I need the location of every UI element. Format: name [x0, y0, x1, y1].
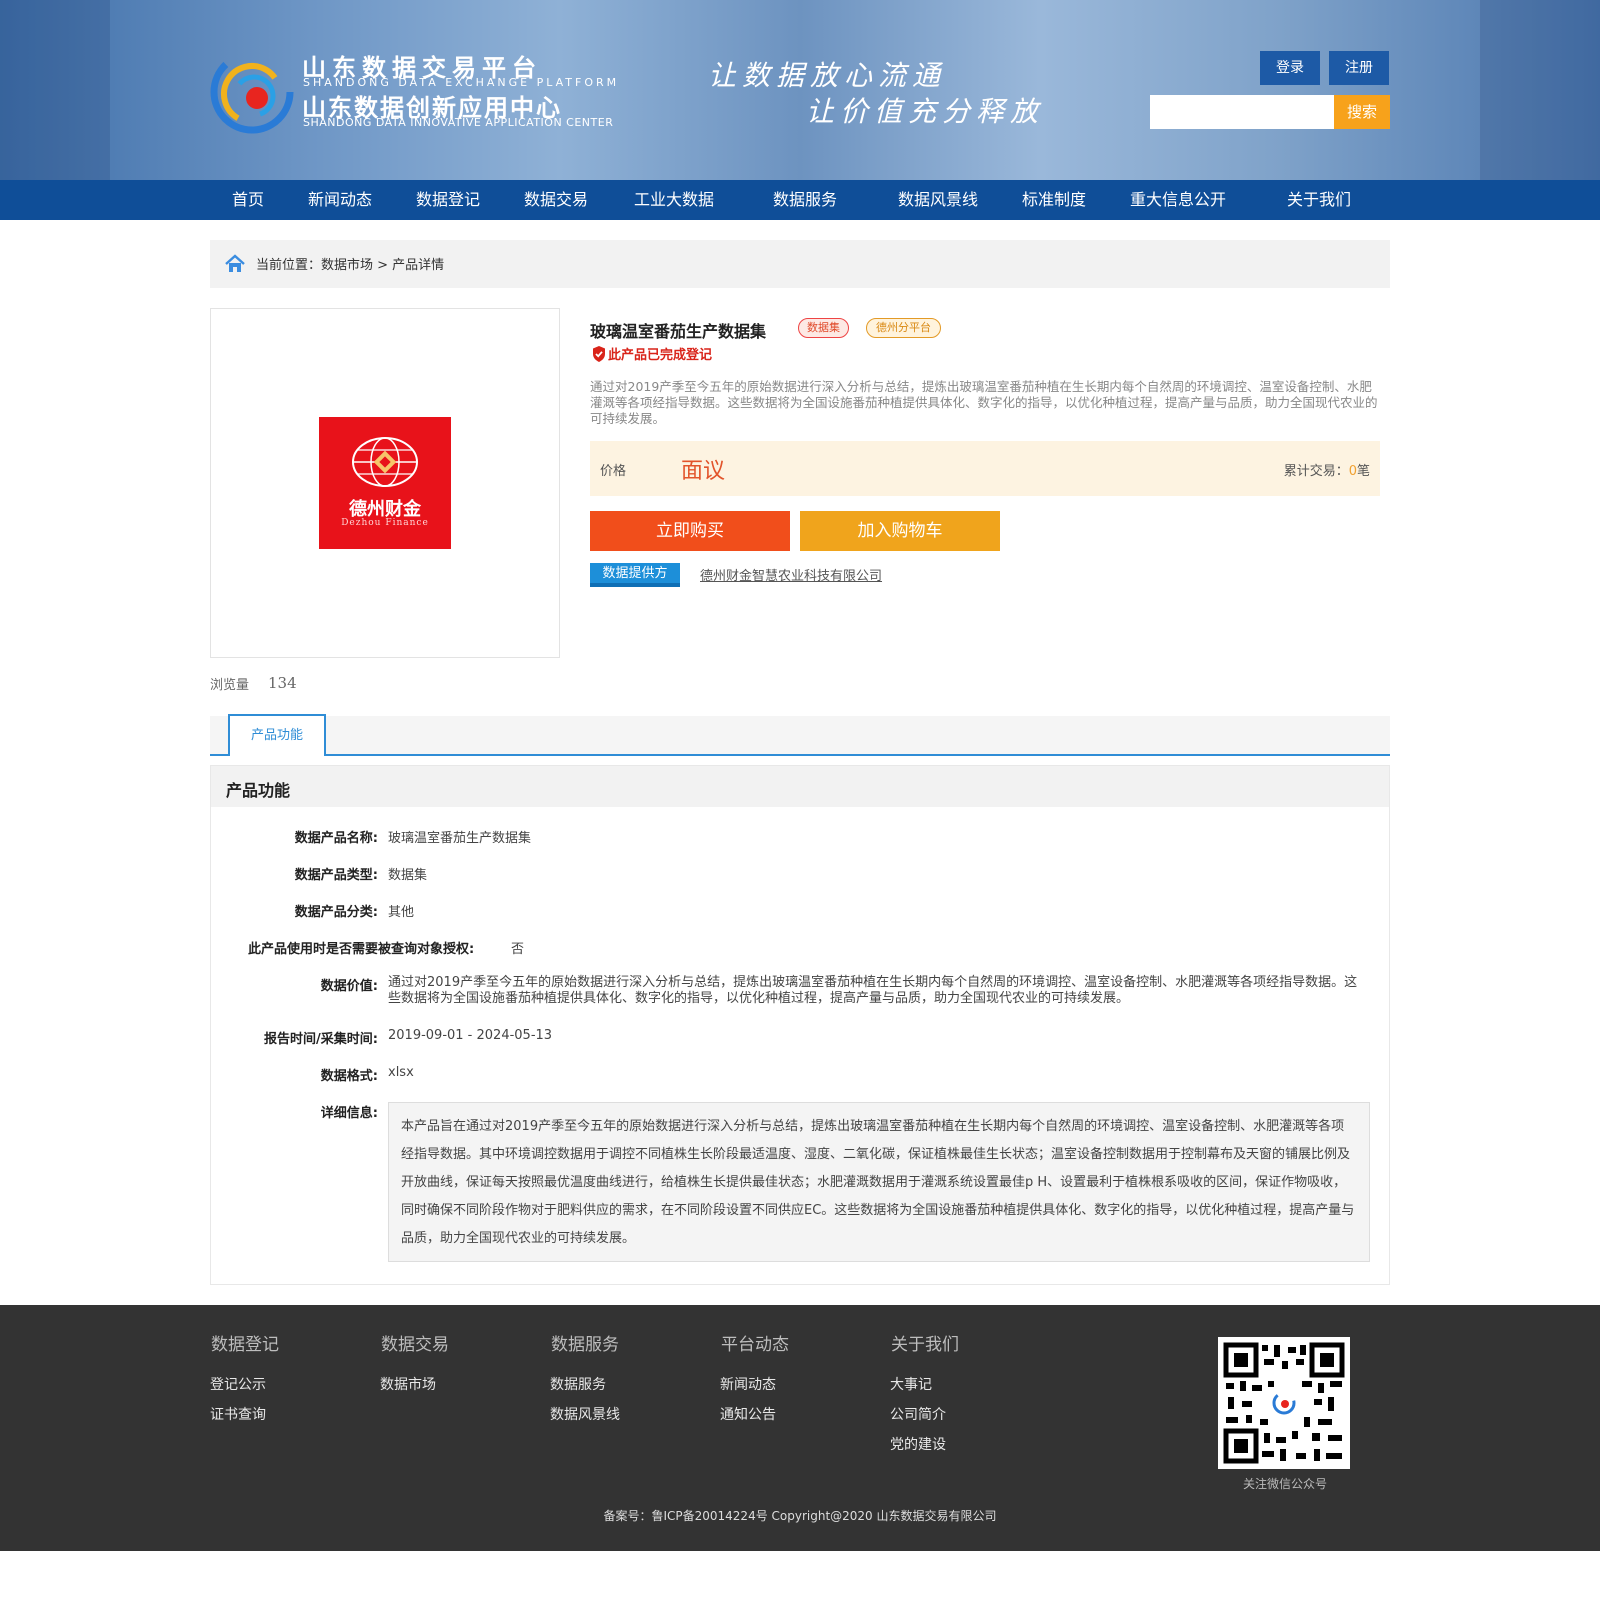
footer-link-notices[interactable]: 通知公告	[720, 1404, 776, 1424]
field-label-authorization: 此产品使用时是否需要被查询对象授权:	[248, 942, 475, 957]
product-description: 通过对2019产季至今五年的原始数据进行深入分析与总结，提炼出玻璃温室番茄种植在…	[590, 379, 1378, 426]
views-count: 134	[268, 674, 297, 692]
register-button[interactable]: 注册	[1329, 51, 1389, 85]
add-to-cart-button[interactable]: 加入购物车	[800, 511, 1000, 551]
footer-link-certificate-query[interactable]: 证书查询	[210, 1404, 266, 1424]
footer-heading-trading: 数据交易	[381, 1335, 449, 1355]
footer-link-company-profile[interactable]: 公司简介	[890, 1404, 946, 1424]
panel-title: 产品功能	[226, 781, 291, 800]
main-nav: 首页 新闻动态 数据登记 数据交易 工业大数据 数据服务 数据风景线 标准制度 …	[0, 180, 1600, 220]
home-icon[interactable]	[224, 253, 246, 275]
trades-unit: 笔	[1356, 464, 1370, 479]
slogan-line-1: 让数据放心流通	[708, 59, 947, 92]
tab-product-function[interactable]: 产品功能	[228, 714, 326, 756]
platform-badge: 德州分平台	[866, 318, 941, 338]
field-value-category: 其他	[388, 905, 415, 920]
field-value-authorization: 否	[511, 942, 525, 957]
field-value-detail: 本产品旨在通过对2019产季至今五年的原始数据进行深入分析与总结，提炼出玻璃温室…	[388, 1102, 1370, 1262]
copyright-text: 备案号：鲁ICP备20014224号 Copyright@2020 山东数据交易…	[603, 1509, 997, 1523]
field-label-category: 数据产品分类:	[294, 905, 378, 920]
nav-item-registration[interactable]: 数据登记	[416, 180, 480, 220]
site-logo[interactable]: 山东数据交易平台 SHANDONG DATA EXCHANGE PLATFORM…	[210, 48, 616, 134]
price-label: 价格	[600, 464, 627, 479]
search-button[interactable]: 搜索	[1334, 95, 1390, 129]
curtain-decoration	[1480, 0, 1600, 180]
trades-label: 累计交易：	[1283, 464, 1349, 479]
product-image-frame: 德州财金 Dezhou Finance	[210, 308, 560, 658]
nav-item-home[interactable]: 首页	[232, 180, 264, 220]
registration-status-text: 此产品已完成登记	[608, 348, 713, 363]
field-value-time: 2019-09-01 - 2024-05-13	[388, 1028, 553, 1043]
field-label-type: 数据产品类型:	[294, 868, 378, 883]
footer-link-milestones[interactable]: 大事记	[890, 1374, 932, 1394]
slogan-line-2: 让价值充分释放	[806, 95, 1045, 128]
nav-item-news[interactable]: 新闻动态	[308, 180, 372, 220]
breadcrumb-text[interactable]: 当前位置：数据市场 > 产品详情	[256, 254, 444, 273]
nav-item-data-landscape[interactable]: 数据风景线	[898, 180, 978, 220]
login-button[interactable]: 登录	[1260, 51, 1320, 85]
buy-now-button[interactable]: 立即购买	[590, 511, 790, 551]
views-label: 浏览量	[210, 678, 250, 693]
header-banner: 山东数据交易平台 SHANDONG DATA EXCHANGE PLATFORM…	[0, 0, 1600, 180]
registration-status: 此产品已完成登记	[592, 344, 712, 363]
nav-item-about[interactable]: 关于我们	[1287, 180, 1351, 220]
footer-link-data-services[interactable]: 数据服务	[550, 1374, 606, 1394]
qr-code-icon	[1223, 1342, 1345, 1464]
provider-logo-image: 德州财金 Dezhou Finance	[319, 417, 451, 549]
nav-item-industrial-data[interactable]: 工业大数据	[634, 180, 714, 220]
footer: 数据登记 登记公示 证书查询 数据交易 数据市场 数据服务 数据服务 数据风景线…	[0, 1305, 1600, 1551]
search-input[interactable]	[1150, 95, 1334, 129]
footer-link-data-landscape[interactable]: 数据风景线	[550, 1404, 620, 1424]
breadcrumb: 当前位置：数据市场 > 产品详情	[210, 240, 1390, 288]
nav-item-standards[interactable]: 标准制度	[1022, 180, 1086, 220]
nav-item-disclosure[interactable]: 重大信息公开	[1130, 180, 1226, 220]
field-value-name: 玻璃温室番茄生产数据集	[388, 831, 532, 846]
footer-link-party-building[interactable]: 党的建设	[890, 1434, 946, 1454]
field-label-name: 数据产品名称:	[294, 831, 378, 846]
field-value-type: 数据集	[388, 868, 428, 883]
cumulative-trades: 累计交易：0笔	[1284, 460, 1370, 479]
logo-icon	[210, 50, 294, 134]
field-value-format: xlsx	[388, 1065, 414, 1080]
footer-heading-registration: 数据登记	[211, 1335, 279, 1355]
logo-text-en: Dezhou Finance	[341, 518, 429, 528]
globe-icon	[352, 437, 418, 487]
shield-check-icon	[593, 346, 605, 362]
footer-link-data-market[interactable]: 数据市场	[380, 1374, 436, 1394]
nav-item-trading[interactable]: 数据交易	[524, 180, 588, 220]
footer-link-registration-public[interactable]: 登记公示	[210, 1374, 266, 1394]
footer-link-news[interactable]: 新闻动态	[720, 1374, 776, 1394]
nav-item-services[interactable]: 数据服务	[773, 180, 837, 220]
tab-bar: 产品功能	[210, 714, 1390, 756]
field-label-detail: 详细信息:	[320, 1106, 378, 1121]
qr-caption: 关注微信公众号	[1242, 1477, 1327, 1491]
field-value-value: 通过对2019产季至今五年的原始数据进行深入分析与总结，提炼出玻璃温室番茄种植在…	[388, 975, 1358, 1006]
curtain-decoration	[0, 0, 110, 180]
product-function-panel: 产品功能 数据产品名称: 玻璃温室番茄生产数据集 数据产品类型: 数据集 数据产…	[210, 765, 1390, 1285]
trades-count: 0	[1348, 464, 1357, 479]
footer-heading-platform-news: 平台动态	[721, 1335, 789, 1355]
wechat-qr-code	[1218, 1337, 1350, 1469]
footer-heading-about: 关于我们	[891, 1335, 959, 1355]
footer-heading-services: 数据服务	[551, 1335, 619, 1355]
panel-header: 产品功能	[211, 766, 1389, 807]
page: { "header": { "logo_title": "山东数据交易平台", …	[0, 0, 1600, 1600]
logo-subtitle-secondary: SHANDONG DATA INNOVATIVE APPLICATION CEN…	[303, 116, 614, 129]
field-label-time: 报告时间/采集时间:	[264, 1032, 378, 1047]
price-value: 面议	[681, 459, 726, 484]
provider-link[interactable]: 德州财金智慧农业科技有限公司	[700, 565, 882, 584]
field-label-format: 数据格式:	[320, 1069, 378, 1084]
price-box: 价格 面议 累计交易：0笔	[590, 441, 1380, 496]
product-title: 玻璃温室番茄生产数据集	[590, 322, 767, 341]
field-label-value: 数据价值:	[320, 979, 378, 994]
provider-label: 数据提供方	[590, 563, 680, 587]
product-type-badge: 数据集	[798, 318, 849, 338]
